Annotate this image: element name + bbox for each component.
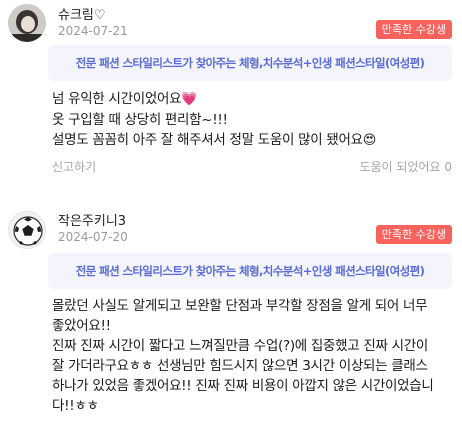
helpful-button[interactable]: 도움이 되었어요 0 [359,158,452,175]
review-text: 넘 유익한 시간이었어요💗 옷 구입할 때 상당히 편리함~!!! 설명도 꼼꼼… [52,89,452,151]
status-badge: 만족한 수강생 [375,225,452,244]
course-link[interactable]: 전문 패션 스타일리스트가 찾아주는 체형,치수분석+인생 패션스타일(여성편) [48,45,452,81]
avatar[interactable] [8,211,46,249]
review-line: 설명도 꼼꼼히 아주 잘 해주셔서 정말 도움이 많이 됐어요😍 [52,130,452,151]
smiling-face-with-heart-eyes-icon: 😍 [362,133,377,148]
review-line: 몰랐던 사실도 알게되고 보완할 단점과 부각할 장점을 알게 되어 너무 [52,298,428,314]
heart-icon: 💗 [181,92,198,107]
profile-photo-icon [8,4,46,42]
course-link[interactable]: 전문 패션 스타일리스트가 찾아주는 체형,치수분석+인생 패션스타일(여성편) [48,253,452,289]
review-line: 넘 유익한 시간이었어요💗 [52,89,452,110]
username[interactable]: 슈크림♡ [58,4,106,23]
avatar[interactable] [8,4,46,42]
review-line: 하나가 있었음 좋겠어요!! 진짜 진짜 비용이 아깝지 않은 시간이었습니 [52,378,434,394]
review-line: 잘 가더라구요ㅎㅎ 선생님만 힘드시지 않으면 3시간 이상되는 클래스 [52,358,428,374]
review-date: 2024-07-20 [58,230,128,244]
review-text: 몰랐던 사실도 알게되고 보완할 단점과 부각할 장점을 알게 되어 너무 좋았… [52,296,452,416]
report-link[interactable]: 신고하기 [52,158,96,175]
review-footer: 신고하기 도움이 되었어요 0 [52,158,452,178]
review-line: 좋았어요!! [52,318,111,334]
review-date: 2024-07-21 [58,24,128,38]
soccer-ball-icon [9,212,45,248]
review-line: 진짜 진짜 시간이 짧다고 느껴질만큼 수업(?)에 집중했고 진짜 시간이 [52,338,428,354]
review-line: 다!!ㅎㅎ [52,398,99,414]
username[interactable]: 작은주키니3 [58,210,126,229]
status-badge: 만족한 수강생 [375,20,452,39]
review-line: 옷 구입할 때 상당히 편리함~!!! [52,112,228,128]
